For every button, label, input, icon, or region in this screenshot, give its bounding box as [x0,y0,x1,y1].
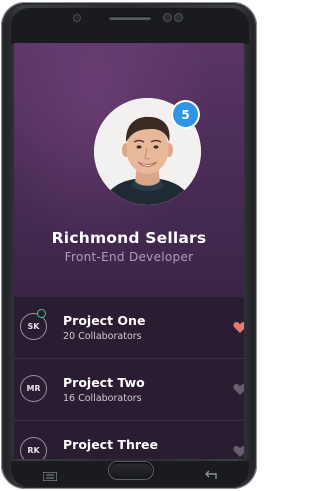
online-indicator [37,309,46,318]
project-title: Project Two [63,375,145,390]
back-arrow-icon[interactable] [204,465,218,479]
home-button[interactable] [109,462,153,479]
project-list: SK Project One 20 Collaborators MR Proje… [14,297,244,459]
notification-badge[interactable]: 5 [173,102,198,127]
phone-top-bezel [11,8,249,44]
light-sensor [175,14,182,21]
heart-icon[interactable] [233,321,244,335]
list-item[interactable]: RK Project Three [14,421,244,459]
heart-icon[interactable] [233,383,244,397]
front-camera [164,14,171,21]
app-screen: 5 Richmond Sellars Front-End Developer S… [14,43,244,459]
profile-name: Richmond Sellars [51,229,207,247]
heart-icon[interactable] [233,445,244,459]
project-title: Project One [63,313,146,328]
list-item[interactable]: SK Project One 20 Collaborators [14,297,244,359]
profile-header: 5 Richmond Sellars Front-End Developer [14,43,244,297]
list-item[interactable]: MR Project Two 16 Collaborators [14,359,244,421]
project-initials: RK [20,437,47,459]
project-collaborators: 16 Collaborators [63,393,142,404]
project-initials: MR [20,375,47,402]
profile-role: Front-End Developer [64,250,194,264]
project-collaborators: 20 Collaborators [63,331,142,342]
project-title: Project Three [63,437,158,452]
earpiece-speaker [109,16,151,20]
proximity-sensor [74,15,80,21]
menu-icon[interactable] [42,466,58,482]
